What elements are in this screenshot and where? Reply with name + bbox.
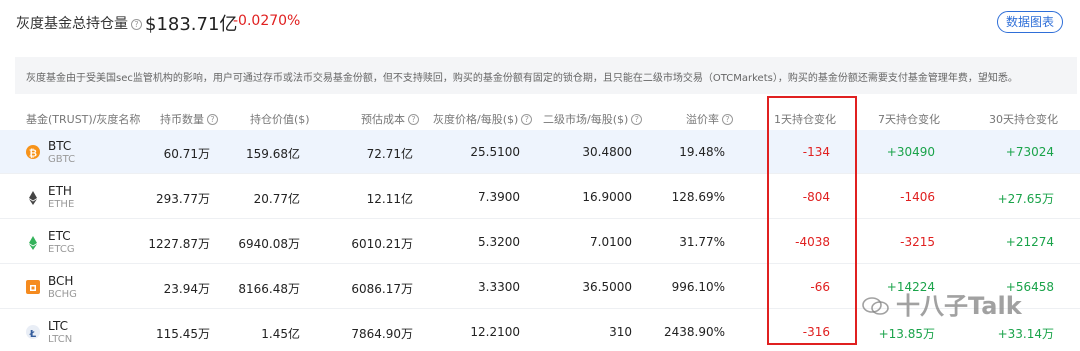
holdings-cell: 115.45万 (156, 327, 210, 341)
cost-cell: 12.11亿 (366, 192, 413, 206)
secondary-price-cell: 36.5000 (582, 280, 632, 294)
premium-cell: 31.77% (679, 235, 725, 249)
premium-cell: 2438.90% (663, 325, 725, 339)
trust-name: GBTC (48, 154, 76, 165)
page-title: 灰度基金总持仓量? (16, 13, 142, 33)
secondary-price-cell: 310 (609, 325, 632, 339)
data-chart-button[interactable]: 数据图表 (997, 11, 1063, 33)
gray-price-cell: 25.5100 (470, 145, 520, 159)
total-holdings: $183.71亿 (145, 14, 238, 35)
col-premium-label: 溢价率 (686, 113, 719, 126)
change-7d-cell: +30490 (886, 145, 935, 159)
trust-name: LTCN (48, 334, 73, 345)
help-icon[interactable]: ? (131, 19, 142, 30)
notice-banner: 灰度基金由于受美国sec监管机构的影响，用户可通过存币或法币交易基金份额，但不支… (15, 57, 1077, 94)
page-title-text: 灰度基金总持仓量 (16, 16, 128, 32)
highlight-box-1d-change (767, 96, 857, 345)
col-holding-value[interactable]: 持仓价值($) (250, 111, 310, 127)
premium-cell: 128.69% (671, 190, 725, 204)
gray-price-cell: 5.3200 (478, 235, 520, 249)
help-icon[interactable]: ? (722, 114, 733, 125)
change-30d-cell: +33.14万 (997, 327, 1054, 341)
bch-icon (26, 280, 40, 294)
table-header: 基金(TRUST)/灰度名称 持币数量? 持仓价值($) 预估成本? 灰度价格/… (0, 108, 1080, 128)
help-icon[interactable]: ? (207, 114, 218, 125)
holdings-cell: 60.71万 (163, 147, 210, 161)
col-est-cost[interactable]: 预估成本? (361, 111, 419, 127)
gray-price-cell: 12.2100 (470, 325, 520, 339)
table-row[interactable]: ETH ETHE 293.77万 20.77亿 12.11亿 7.3900 16… (0, 175, 1080, 219)
premium-cell: 996.10% (671, 280, 725, 294)
coin-symbol: ETC (48, 229, 71, 243)
help-icon[interactable]: ? (521, 114, 533, 125)
help-icon[interactable]: ? (408, 114, 419, 125)
gray-price-cell: 7.3900 (478, 190, 520, 204)
col-premium[interactable]: 溢价率? (686, 111, 733, 127)
col-est-cost-label: 预估成本 (361, 113, 405, 126)
value-cell: 1.45亿 (261, 327, 300, 341)
change-30d-cell: +73024 (1005, 145, 1054, 159)
value-cell: 6940.08万 (238, 237, 300, 251)
btc-icon: ₿ (26, 145, 40, 160)
col-gray-price[interactable]: 灰度价格/每股($)? (433, 111, 533, 127)
col-holdings-label: 持币数量 (160, 113, 204, 126)
col-name[interactable]: 基金(TRUST)/灰度名称 (26, 111, 140, 127)
ltc-icon: Ł (26, 325, 40, 340)
header-bar: 灰度基金总持仓量? $183.71亿 -0.0270% 数据图表 (0, 0, 1080, 44)
cost-cell: 6086.17万 (351, 282, 413, 296)
trust-name: ETHE (48, 199, 75, 210)
etc-icon (26, 235, 40, 250)
holdings-cell: 1227.87万 (148, 237, 210, 251)
value-cell: 20.77亿 (253, 192, 300, 206)
col-gray-price-label: 灰度价格/每股($) (433, 113, 519, 126)
change-7d-cell: +13.85万 (878, 327, 935, 341)
col-7d-change[interactable]: 7天持仓变化 (878, 111, 940, 127)
cost-cell: 7864.90万 (351, 327, 413, 341)
secondary-price-cell: 16.9000 (582, 190, 632, 204)
svg-text:₿: ₿ (29, 148, 37, 160)
col-holdings[interactable]: 持币数量? (160, 111, 218, 127)
change-30d-cell: +21274 (1005, 235, 1054, 249)
change-30d-cell: +27.65万 (997, 192, 1054, 206)
col-30d-change[interactable]: 30天持仓变化 (989, 111, 1058, 127)
coin-symbol: LTC (48, 319, 69, 333)
col-secondary-price-label: 二级市场/每股($) (543, 113, 629, 126)
table-row[interactable]: ETC ETCG 1227.87万 6940.08万 6010.21万 5.32… (0, 220, 1080, 264)
value-cell: 8166.48万 (238, 282, 300, 296)
trust-name: ETCG (48, 244, 75, 255)
gray-price-cell: 3.3300 (478, 280, 520, 294)
coin-symbol: BTC (48, 139, 72, 153)
watermark: 十八子Talk (862, 286, 1062, 320)
trust-name: BCHG (48, 289, 77, 300)
holdings-cell: 293.77万 (156, 192, 210, 206)
secondary-price-cell: 7.0100 (590, 235, 632, 249)
total-change: -0.0270% (233, 13, 301, 29)
table-row[interactable]: ₿ BTC GBTC 60.71万 159.68亿 72.71亿 25.5100… (0, 130, 1080, 174)
change-7d-cell: -3215 (900, 235, 935, 249)
watermark-text: 十八子Talk (896, 292, 1022, 320)
wechat-icon (862, 294, 890, 315)
cost-cell: 6010.21万 (351, 237, 413, 251)
change-7d-cell: -1406 (900, 190, 935, 204)
svg-text:Ł: Ł (29, 329, 37, 340)
cost-cell: 72.71亿 (366, 147, 413, 161)
holdings-cell: 23.94万 (163, 282, 210, 296)
value-cell: 159.68亿 (246, 147, 300, 161)
coin-symbol: ETH (48, 184, 72, 198)
help-icon[interactable]: ? (631, 114, 643, 125)
premium-cell: 19.48% (679, 145, 725, 159)
col-secondary-price[interactable]: 二级市场/每股($)? (543, 111, 643, 127)
coin-symbol: BCH (48, 274, 74, 288)
secondary-price-cell: 30.4800 (582, 145, 632, 159)
eth-icon (26, 190, 40, 205)
